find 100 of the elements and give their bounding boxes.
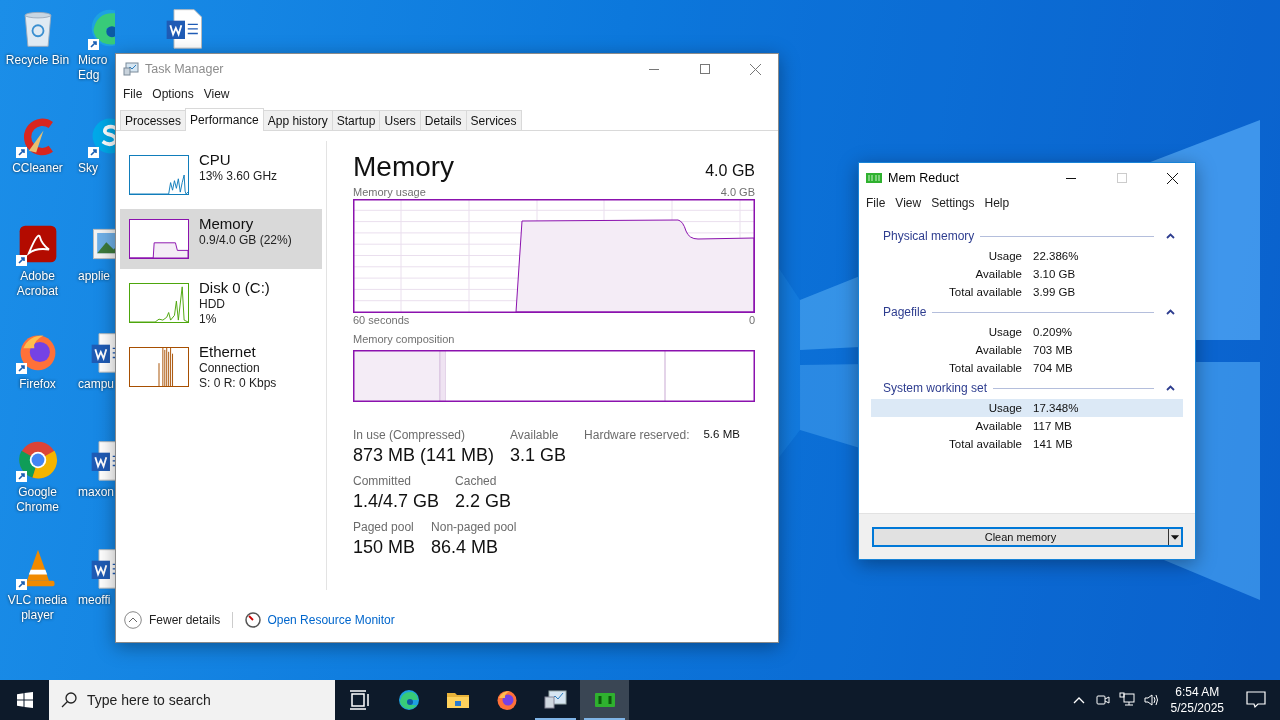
window-title: Task Manager [145, 62, 225, 76]
icon-label: campu [77, 377, 115, 392]
row-value: 704 MB [1033, 362, 1074, 374]
stat-label: Non-paged pool [431, 520, 517, 534]
info-row[interactable]: Available 3.10 GB [871, 265, 1183, 283]
resource-item[interactable]: Memory 0.9/4.0 GB (22%) [120, 209, 322, 269]
stat-label: Hardware reserved: [584, 428, 690, 442]
total-memory: 4.0 GB [705, 162, 755, 180]
icon-label: CCleaner [12, 161, 63, 176]
row-value: 3.99 GB [1033, 286, 1077, 298]
row-label: Available [975, 420, 1022, 432]
icon-label: Firefox [19, 377, 56, 392]
menu-item[interactable]: Settings [926, 196, 980, 210]
row-label: Available [975, 268, 1022, 280]
icon-label: VLC media player [6, 593, 69, 623]
stat-value: 873 MB (141 MB) [353, 445, 495, 466]
row-value: 0.209% [1033, 326, 1073, 338]
resource-detail: Connection [199, 361, 261, 376]
stat-label: In use (Compressed) [353, 428, 467, 442]
row-label: Usage [988, 326, 1022, 338]
info-row[interactable]: Total available 3.99 GB [871, 283, 1183, 301]
resource-detail: S: 0 R: 0 Kbps [199, 376, 277, 391]
info-row[interactable]: Usage 17.348% [871, 399, 1183, 417]
message-icon [1246, 691, 1266, 709]
resource-detail: HDD [199, 297, 226, 312]
row-label: Total available [949, 362, 1022, 374]
row-label: Usage [988, 402, 1022, 414]
taskview-icon [347, 688, 372, 712]
stat-value: 3.1 GB [510, 445, 567, 466]
group-title: Pagefile [883, 305, 927, 319]
icon-label: Google Chrome [15, 485, 60, 515]
resource-name: Memory [199, 214, 255, 233]
icon-label: maxon [77, 485, 115, 500]
network-icon [1118, 692, 1135, 708]
collapse-chevron-icon[interactable] [1166, 233, 1175, 239]
row-value: 141 MB [1033, 438, 1074, 450]
stat-label: Committed [353, 474, 412, 488]
collapse-chevron-icon[interactable] [1166, 309, 1175, 315]
close-icon [750, 63, 761, 75]
search-field[interactable]: Type here to search [49, 680, 335, 720]
collapse-icon [124, 611, 142, 629]
row-label: Total available [949, 286, 1022, 298]
task-manager-icon [123, 62, 139, 76]
info-row[interactable]: Total available 704 MB [871, 359, 1183, 377]
clock[interactable]: 6:54 AM 5/25/2025 [1162, 684, 1232, 716]
windows-logo-icon [16, 692, 33, 708]
meet-icon [1094, 692, 1111, 708]
row-value: 22.386% [1033, 250, 1080, 262]
icon-label: applie [77, 269, 111, 284]
menu-item[interactable]: Help [979, 196, 1015, 210]
caret-icon [1167, 528, 1181, 545]
resource-detail: 1% [199, 312, 218, 327]
menu-item[interactable]: File [118, 87, 148, 101]
group-title: System working set [883, 381, 988, 395]
menu-item[interactable]: View [890, 196, 927, 210]
resource-name: Disk 0 (C:) [199, 278, 270, 297]
tab[interactable]: Details [419, 110, 467, 130]
stat-value: 86.4 MB [431, 537, 500, 558]
stat-label: Available [510, 428, 560, 442]
info-row[interactable]: Usage 22.386% [871, 247, 1183, 265]
row-label: Total available [949, 438, 1022, 450]
section-title: Memory [353, 151, 455, 183]
tab[interactable]: Services [465, 110, 522, 130]
menu-item[interactable]: Options [147, 87, 199, 101]
info-row[interactable]: Total available 141 MB [871, 435, 1183, 453]
chart-label: Memory composition [353, 332, 456, 346]
time-axis-label: 0 [748, 313, 755, 327]
fewer-details-button[interactable]: Fewer details [124, 611, 221, 629]
menu-item[interactable]: File [861, 196, 891, 210]
resource-item[interactable]: Ethernet Connection S: 0 R: 0 Kbps [120, 337, 322, 397]
tab[interactable]: Users [379, 110, 421, 130]
clean-memory-button[interactable]: Clean memory [871, 526, 1183, 547]
row-value: 17.348% [1033, 402, 1080, 414]
menu-item[interactable]: View [198, 87, 235, 101]
row-value: 703 MB [1033, 344, 1074, 356]
chart-max-label: 4.0 GB [720, 185, 755, 199]
stat-value: 150 MB [353, 537, 416, 558]
tab[interactable]: Startup [331, 110, 381, 130]
edge-icon [396, 688, 421, 712]
info-row[interactable]: Available 703 MB [871, 341, 1183, 359]
tab[interactable]: Processes [120, 110, 187, 130]
tab[interactable]: Performance [185, 108, 264, 131]
info-row[interactable]: Usage 0.209% [871, 323, 1183, 341]
resource-monitor-link[interactable]: Open Resource Monitor [245, 612, 395, 628]
resource-name: CPU [199, 150, 232, 169]
resource-item[interactable]: CPU 13% 3.60 GHz [120, 145, 322, 205]
resource-name: Ethernet [199, 342, 257, 361]
window-title: Mem Reduct [888, 171, 960, 185]
stat-value: 2.2 GB [455, 491, 512, 512]
collapse-chevron-icon[interactable] [1166, 385, 1175, 391]
stat-value: 1.4/4.7 GB [353, 491, 440, 512]
tab[interactable]: App history [262, 110, 333, 130]
volume-icon [1142, 692, 1159, 708]
chart-label: Memory usage [353, 185, 426, 199]
resource-item[interactable]: Disk 0 (C:) HDD 1% [120, 273, 322, 333]
maximize-icon [1116, 173, 1127, 183]
row-value: 3.10 GB [1033, 268, 1077, 280]
info-row[interactable]: Available 117 MB [871, 417, 1183, 435]
stat-value: 5.6 MB [703, 428, 740, 440]
row-label: Available [975, 344, 1022, 356]
